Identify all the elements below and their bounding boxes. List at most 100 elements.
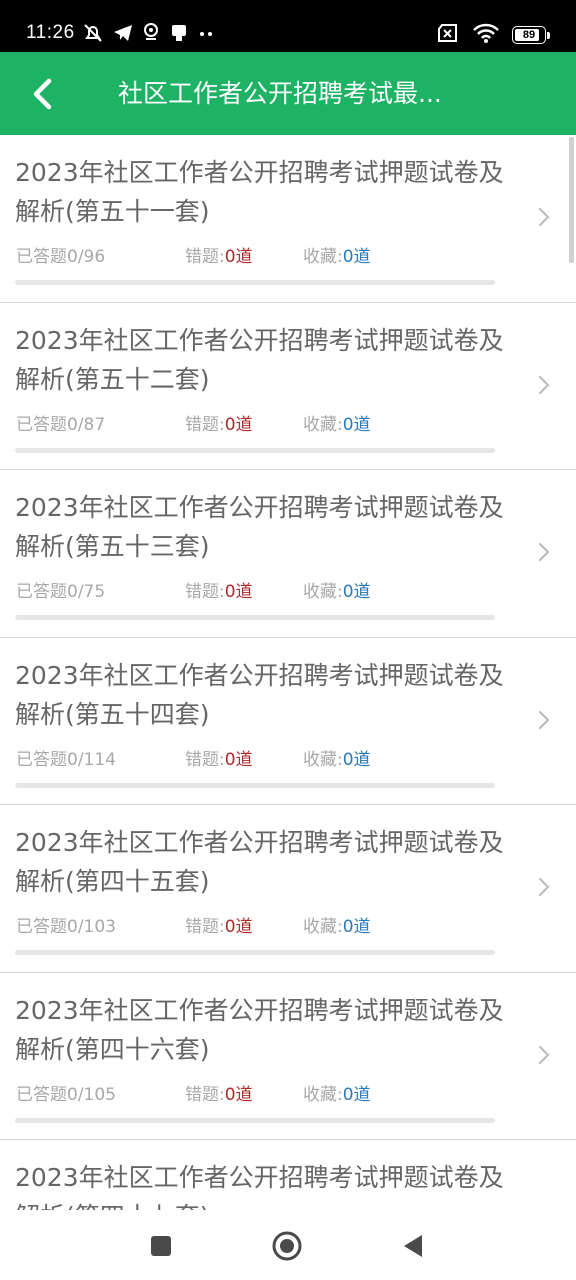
item-title: 2023年社区工作者公开招聘考试押题试卷及解析(第五十一套) [15,158,504,226]
answered-label: 已答题 [16,414,67,435]
answered-count: 已答题0/114 [16,745,116,770]
answered-count: 已答题0/105 [16,1080,116,1105]
home-button[interactable] [270,1229,304,1263]
wrong-label: 错题: [185,917,225,937]
answered-count: 已答题0/103 [16,912,116,937]
item-title: 2023年社区工作者公开招聘考试押题试卷及解析(第五十二套) [15,325,504,394]
wrong-count: 错题:0道 [185,410,253,435]
answered-label: 已答题 [16,917,67,937]
item-title: 2023年社区工作者公开招聘考试押题试卷及解析(第四十六套) [15,995,504,1064]
answered-value: 0/96 [67,247,106,267]
back-button[interactable] [18,66,68,122]
answered-label: 已答题 [16,749,67,770]
favorite-count: 收藏:0道 [303,410,371,435]
wrong-value: 0道 [224,917,253,937]
list-item[interactable]: 2023年社区工作者公开招聘考试押题试卷及解析(第四十六套) 已答题0/105 … [0,973,576,1140]
location-icon [142,22,160,48]
wrong-value: 0道 [224,414,253,435]
favorite-label: 收藏: [303,1084,343,1105]
answered-label: 已答题 [16,582,67,602]
wrong-label: 错题: [185,582,225,602]
favorite-value: 0道 [342,749,371,770]
answered-value: 0/105 [67,1084,116,1105]
answered-count: 已答题0/75 [16,577,105,602]
list-item[interactable]: 2023年社区工作者公开招聘考试押题试卷及解析(第五十三套) 已答题0/75 错… [0,470,576,638]
answered-value: 0/114 [67,749,116,770]
telegram-icon [112,22,134,48]
favorite-value: 0道 [342,414,371,435]
favorite-value: 0道 [342,247,371,267]
wrong-value: 0道 [224,582,253,602]
list-item[interactable]: 2023年社区工作者公开招聘考试押题试卷及解析(第五十二套) 已答题0/87 错… [0,303,576,470]
wrong-value: 0道 [224,749,253,770]
system-nav-bar [0,1210,576,1280]
chevron-right-icon [538,1045,550,1064]
favorite-label: 收藏: [303,749,343,770]
item-title: 2023年社区工作者公开招聘考试押题试卷及解析(第四十五套) [15,828,504,896]
nav-back-button[interactable] [396,1229,430,1263]
progress-bar [15,280,495,285]
more-dots-icon [198,22,216,48]
favorite-count: 收藏:0道 [303,577,371,602]
chevron-right-icon [538,207,550,227]
list-item[interactable]: 2023年社区工作者公开招聘考试押题试卷及解析(第五十四套) 已答题0/114 … [0,638,576,805]
favorite-count: 收藏:0道 [303,242,371,267]
list-item[interactable]: 2023年社区工作者公开招聘考试押题试卷及解析(第四十五套) 已答题0/103 … [0,805,576,973]
list-item[interactable]: 2023年社区工作者公开招聘考试押题试卷及解析(第四十七套) 已答题 错题: 收… [0,1140,576,1210]
status-time: 11:26 [26,22,75,43]
battery-cap [547,31,550,39]
favorite-label: 收藏: [303,247,343,267]
wrong-count: 错题:0道 [185,577,253,602]
exam-list[interactable]: 2023年社区工作者公开招聘考试押题试卷及解析(第五十一套) 已答题 0/96 错… [0,135,576,1210]
favorite-count: 收藏:0道 [303,745,371,770]
wrong-count: 错题:0道 [185,1080,253,1105]
answered-value: 0/103 [67,917,116,937]
status-right-icons: 89 [436,22,550,48]
wrong-label: 错题: [185,1084,225,1105]
chevron-right-icon [538,710,550,729]
chevron-right-icon [538,877,550,897]
battery-icon: 89 [512,26,550,44]
wrong-count: 错题:0道 [185,242,253,267]
back-triangle-icon [404,1235,422,1257]
sim-x-icon [436,23,460,47]
answered-count: 已答题0/87 [16,410,105,435]
answered-label: 已答题 [16,1084,67,1105]
notifications-muted-icon [82,22,104,48]
item-title: 2023年社区工作者公开招聘考试押题试卷及解析(第四十七套) [15,1163,504,1210]
favorite-label: 收藏: [303,414,343,435]
favorite-label: 收藏: [303,917,343,937]
favorite-label: 收藏: [303,582,343,602]
progress-bar [15,447,495,453]
favorite-value: 0道 [342,582,371,602]
favorite-count: 收藏:0道 [303,912,371,937]
wrong-label: 错题: [185,247,225,267]
page-title: 社区工作者公开招聘考试最... [118,79,442,108]
wrong-count: 错题:0道 [185,745,253,770]
status-left-icons [82,22,216,48]
progress-bar [15,615,495,620]
progress-bar [15,950,495,955]
progress-bar [15,782,495,788]
status-bar: 11:26 89 [0,0,576,52]
items-container: 2023年社区工作者公开招聘考试押题试卷及解析(第五十一套) 已答题 0/96 错… [0,135,576,1210]
list-item[interactable]: 2023年社区工作者公开招聘考试押题试卷及解析(第五十一套) 已答题0/96 错… [0,135,576,303]
item-title: 2023年社区工作者公开招聘考试押题试卷及解析(第五十三套) [15,493,504,561]
favorite-value: 0道 [342,1084,371,1105]
recents-button[interactable] [144,1229,178,1263]
scrollbar[interactable] [569,137,574,263]
wrong-label: 错题: [185,749,225,770]
favorite-count: 收藏:0道 [303,1080,371,1105]
wrong-value: 0道 [224,1084,253,1105]
app-notification-icon [168,22,190,48]
recents-square-icon [151,1236,171,1256]
favorite-value: 0道 [342,917,371,937]
chevron-left-icon [33,78,52,110]
app-bar: 社区工作者公开招聘考试最... [0,52,576,135]
battery-body: 89 [512,26,546,44]
answered-value: 0/75 [67,582,106,602]
chevron-right-icon [538,375,550,394]
wifi-icon [472,22,500,48]
item-title: 2023年社区工作者公开招聘考试押题试卷及解析(第五十四套) [15,660,504,729]
wrong-count: 错题:0道 [185,912,253,937]
